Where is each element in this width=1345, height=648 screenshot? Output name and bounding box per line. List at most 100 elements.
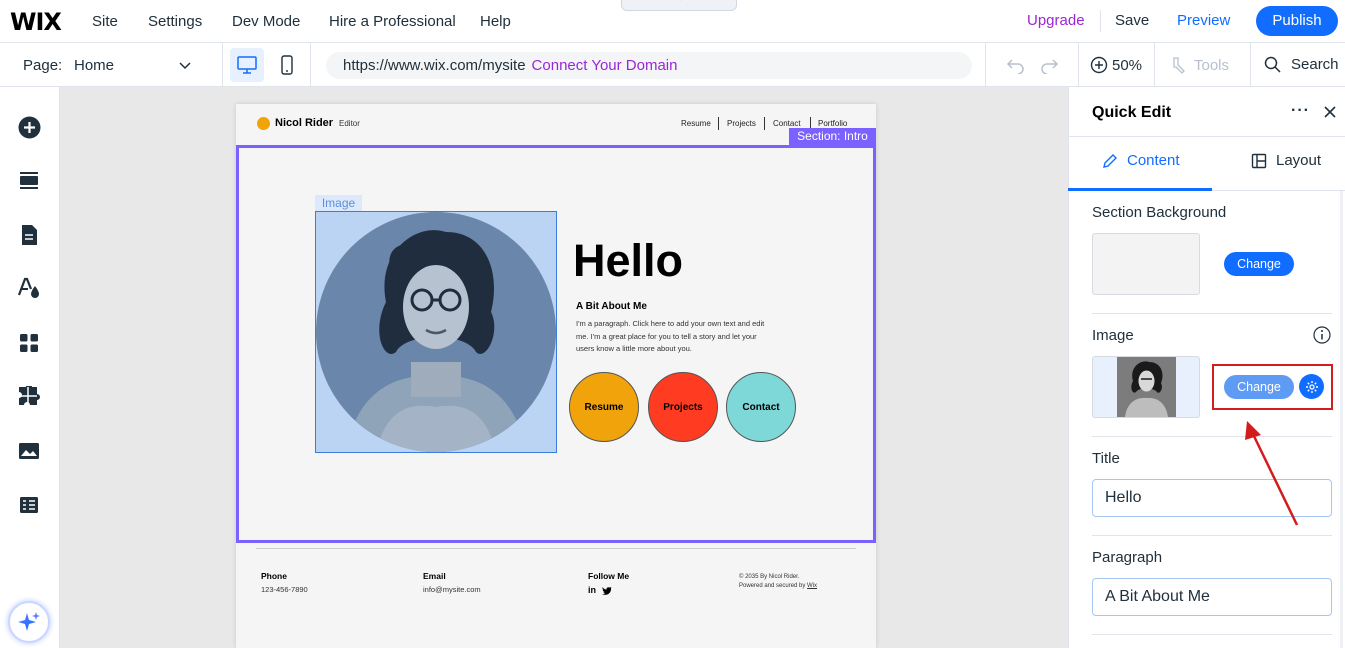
info-icon[interactable] [1313, 326, 1331, 344]
site-name[interactable]: Nicol Rider [275, 117, 333, 129]
tab-content[interactable]: Content [1102, 152, 1180, 169]
divider [222, 43, 223, 87]
preview-button[interactable]: Preview [1177, 12, 1230, 29]
site-nav-contact[interactable]: Contact [773, 119, 801, 128]
change-background-button[interactable]: Change [1224, 252, 1294, 276]
desktop-view-button[interactable] [230, 48, 264, 82]
site-nav-resume[interactable]: Resume [681, 119, 711, 128]
divider [985, 43, 986, 87]
about-paragraph[interactable]: I'm a paragraph. Click here to add your … [576, 318, 766, 356]
chevron-up-icon: ⌃ [674, 0, 684, 8]
hello-heading[interactable]: Hello [573, 235, 683, 287]
footer-follow-label[interactable]: Follow Me [588, 571, 629, 581]
annotation-arrow [1245, 421, 1299, 526]
section-background-label: Section Background [1092, 204, 1227, 221]
design-icon[interactable] [17, 276, 41, 300]
divider [1250, 43, 1251, 87]
tools-button[interactable]: Tools [1170, 56, 1229, 74]
pages-icon[interactable] [17, 223, 41, 247]
tab-layout[interactable]: Layout [1251, 152, 1321, 169]
collapse-toolbar-tab[interactable]: ⌃ [621, 0, 737, 11]
undo-icon[interactable] [1006, 56, 1026, 74]
site-nav-portfolio[interactable]: Portfolio [818, 119, 847, 128]
nav-separator [718, 117, 719, 130]
mobile-view-button[interactable] [272, 48, 302, 82]
more-options-icon[interactable]: ··· [1291, 102, 1310, 120]
search-button[interactable]: Search [1264, 56, 1339, 73]
footer-email-label[interactable]: Email [423, 571, 446, 581]
zoom-plus-icon [1090, 56, 1108, 74]
wix-footer-link[interactable]: Wix [807, 583, 817, 589]
title-label: Title [1092, 450, 1120, 467]
panel-title: Quick Edit [1092, 104, 1172, 121]
image-label: Image [1092, 327, 1134, 344]
footer-phone-label[interactable]: Phone [261, 571, 287, 581]
chevron-down-icon[interactable] [178, 58, 192, 72]
thumbnail-photo [1117, 357, 1176, 417]
mobile-icon [281, 55, 293, 75]
top-bar: WIX Site Settings Dev Mode Hire a Profes… [0, 0, 1345, 43]
divider [1078, 43, 1079, 87]
search-icon [1264, 56, 1281, 73]
upgrade-link[interactable]: Upgrade [1027, 12, 1085, 29]
table-icon[interactable] [17, 493, 41, 517]
footer-phone[interactable]: 123-456-7890 [261, 585, 308, 594]
editor-toolbar: Page: Home https://www.wix.com/mysite Con… [0, 43, 1345, 87]
puzzle-icon[interactable] [17, 385, 41, 409]
divider [1100, 10, 1101, 32]
footer-divider [256, 548, 856, 549]
image-tag[interactable]: Image [315, 195, 362, 211]
site-url: https://www.wix.com/mysite [343, 57, 526, 74]
publish-button[interactable]: Publish [1256, 6, 1338, 36]
resume-circle-button[interactable]: Resume [569, 372, 639, 442]
menu-dev-mode[interactable]: Dev Mode [232, 0, 300, 42]
divider [1092, 634, 1332, 635]
page-label: Page: [23, 57, 63, 74]
menu-settings[interactable]: Settings [148, 0, 202, 42]
paragraph-input[interactable]: A Bit About Me [1092, 578, 1332, 616]
connect-domain-link[interactable]: Connect Your Domain [532, 57, 678, 74]
pencil-icon [1103, 153, 1117, 168]
save-button[interactable]: Save [1115, 12, 1149, 29]
contact-circle-button[interactable]: Contact [726, 372, 796, 442]
media-icon[interactable] [17, 439, 41, 463]
redo-icon[interactable] [1039, 56, 1059, 74]
panel-scrollbar[interactable] [1340, 191, 1343, 648]
site-url-bar[interactable]: https://www.wix.com/mysite Connect Your D… [326, 52, 972, 79]
tools-icon [1173, 57, 1185, 74]
close-icon[interactable] [1322, 104, 1338, 120]
zoom-button[interactable]: 50% [1090, 56, 1142, 74]
wix-logo[interactable]: WIX [10, 8, 62, 36]
footer-email[interactable]: info@mysite.com [423, 585, 481, 594]
about-title[interactable]: A Bit About Me [576, 301, 647, 312]
section-background-swatch[interactable] [1092, 233, 1200, 295]
ai-assistant-button[interactable] [8, 601, 50, 643]
page-selector[interactable]: Home [74, 57, 114, 74]
layout-icon [1251, 153, 1267, 168]
sections-icon[interactable] [17, 169, 41, 193]
section-tag[interactable]: Section: Intro [789, 128, 876, 145]
divider [1092, 535, 1332, 536]
divider [1068, 136, 1345, 137]
divider [1092, 313, 1332, 314]
footer-copyright[interactable]: © 2035 By Nicol Rider. Powered and secur… [739, 573, 849, 591]
zoom-level: 50% [1112, 56, 1143, 74]
change-image-button[interactable]: Change [1224, 375, 1294, 399]
projects-circle-button[interactable]: Projects [648, 372, 718, 442]
menu-hire-professional[interactable]: Hire a Professional [329, 0, 456, 42]
active-tab-indicator [1068, 188, 1212, 191]
add-icon[interactable] [17, 115, 41, 139]
site-nav-projects[interactable]: Projects [727, 119, 756, 128]
apps-icon[interactable] [17, 331, 41, 355]
portrait-image[interactable] [316, 212, 556, 452]
desktop-icon [237, 56, 257, 74]
site-role[interactable]: Editor [339, 119, 360, 128]
menu-help[interactable]: Help [480, 0, 511, 42]
twitter-icon[interactable] [602, 586, 612, 595]
nav-separator [764, 117, 765, 130]
divider [310, 43, 311, 87]
menu-site[interactable]: Site [92, 0, 118, 42]
image-settings-button[interactable] [1299, 374, 1324, 399]
sparkle-icon [18, 612, 40, 631]
linkedin-icon[interactable]: in [588, 585, 596, 595]
